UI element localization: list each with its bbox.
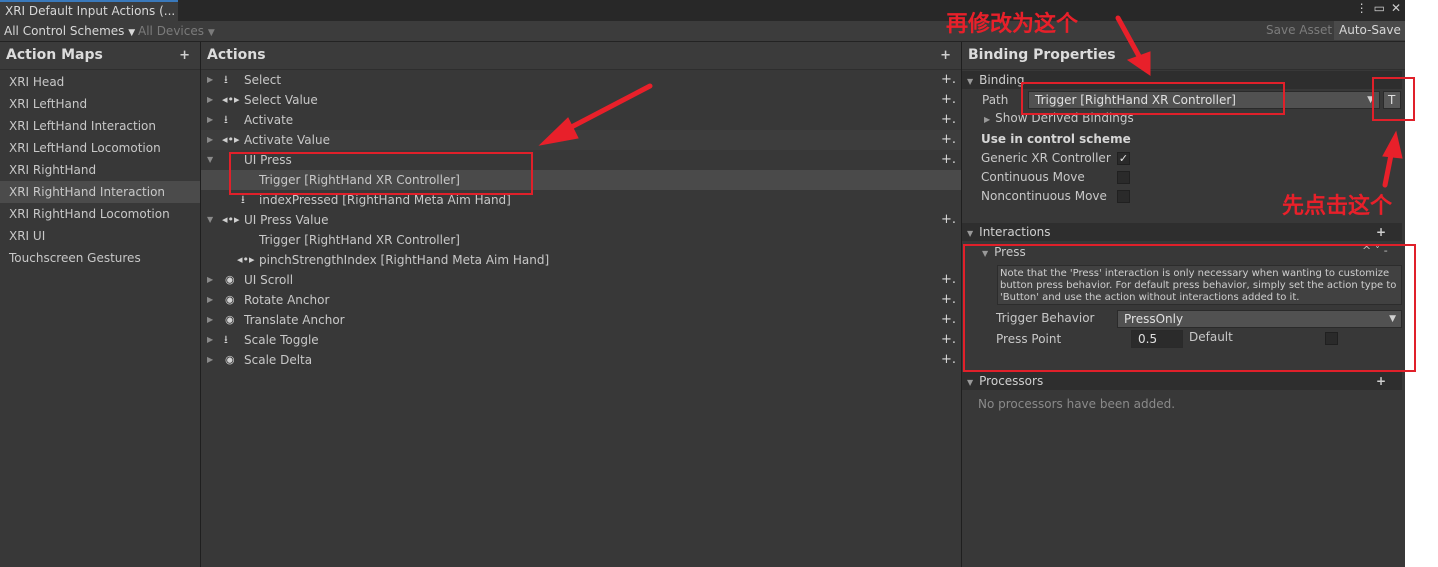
annotation-click-first-text: 先点击这个 — [1282, 194, 1393, 219]
annotation-arrows — [538, 15, 1403, 188]
arrow-head — [1382, 130, 1403, 159]
arrow-to-binding — [557, 83, 653, 136]
annotation-modify-text: 再修改为这个 — [946, 12, 1079, 37]
arrow-head — [538, 117, 579, 146]
arrow-to-path — [1115, 15, 1143, 61]
